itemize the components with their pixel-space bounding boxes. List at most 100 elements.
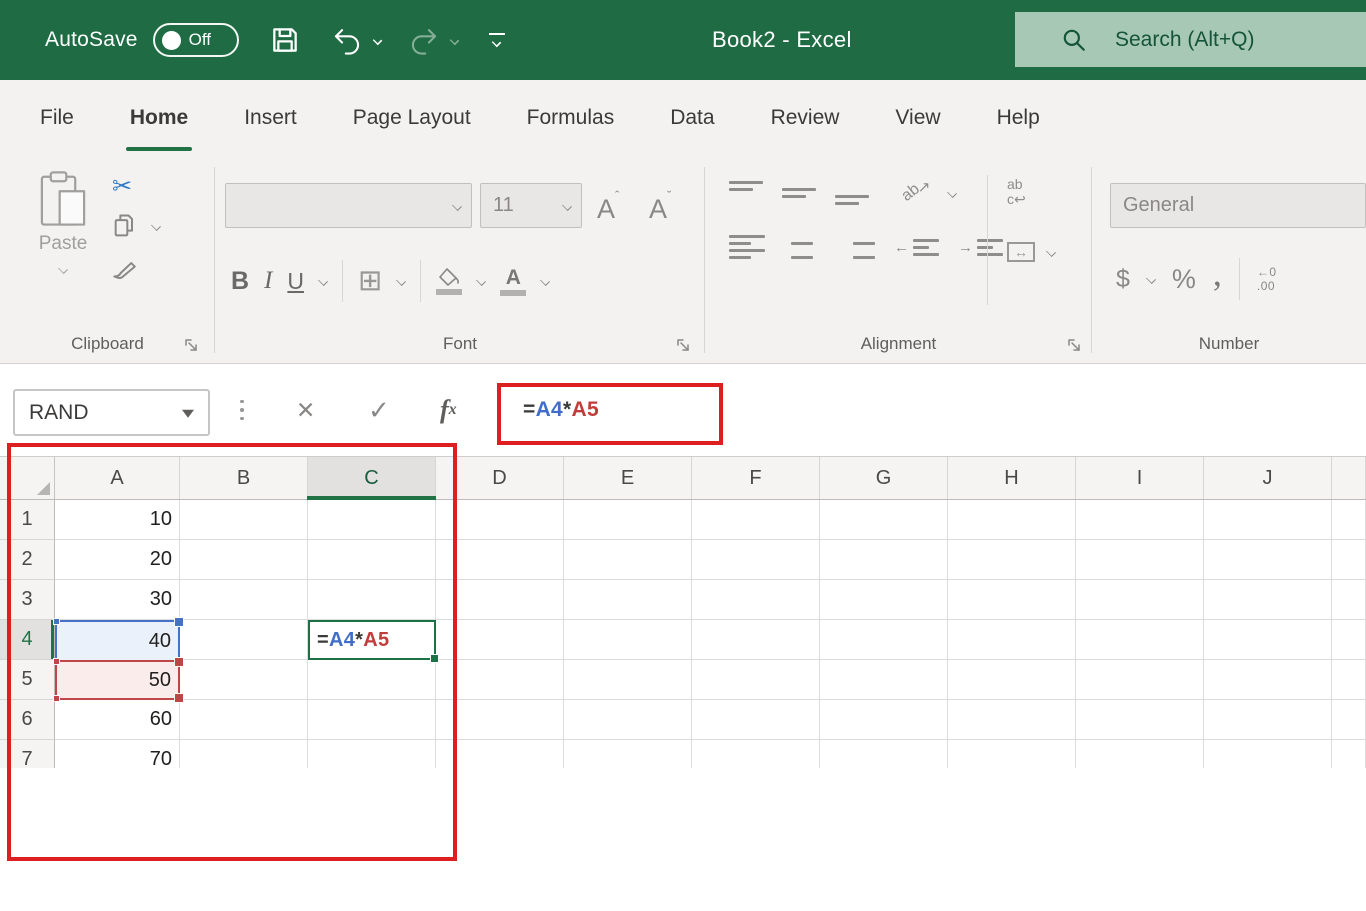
copy-chevron-icon[interactable] xyxy=(151,221,161,231)
selection-handle-icon[interactable] xyxy=(174,617,184,627)
cell-G1[interactable] xyxy=(820,500,948,540)
merge-chevron-icon[interactable] xyxy=(1046,247,1056,257)
enter-button[interactable]: ✓ xyxy=(368,364,390,456)
currency-format-button[interactable]: $ xyxy=(1116,265,1130,294)
column-header-partial[interactable] xyxy=(1332,457,1366,499)
cell-E7[interactable] xyxy=(564,740,692,768)
cell-B5[interactable] xyxy=(180,660,308,700)
align-bottom-button[interactable] xyxy=(835,181,869,205)
row-header-7[interactable]: 7 xyxy=(0,740,55,768)
increase-font-size-button[interactable]: Aˆ xyxy=(597,189,619,223)
chevron-down-icon[interactable] xyxy=(452,201,462,211)
copy-button[interactable] xyxy=(112,212,160,240)
cell-C7[interactable] xyxy=(308,740,436,768)
cell-A5[interactable]: 50 xyxy=(55,660,180,700)
autosave-toggle[interactable]: Off xyxy=(153,23,239,57)
column-header-i[interactable]: I xyxy=(1076,457,1204,499)
tab-data[interactable]: Data xyxy=(642,80,742,155)
column-header-a[interactable]: A xyxy=(55,457,180,499)
cell-A1[interactable]: 10 xyxy=(55,500,180,540)
selection-handle-icon[interactable] xyxy=(53,618,60,625)
chevron-down-icon[interactable] xyxy=(562,201,572,211)
cell-I1[interactable] xyxy=(1076,500,1204,540)
cell-B7[interactable] xyxy=(180,740,308,768)
number-format-combobox[interactable]: General xyxy=(1110,183,1366,228)
column-header-e[interactable]: E xyxy=(564,457,692,499)
align-left-button[interactable] xyxy=(729,235,765,259)
cell-F2[interactable] xyxy=(692,540,820,580)
cell-C4[interactable]: =A4*A5 xyxy=(308,620,436,660)
selection-handle-icon[interactable] xyxy=(174,657,184,667)
cell-H2[interactable] xyxy=(948,540,1076,580)
cell-partial1[interactable] xyxy=(1332,500,1366,540)
increase-indent-button[interactable]: → xyxy=(958,239,1003,256)
cell-A2[interactable]: 20 xyxy=(55,540,180,580)
tab-page-layout[interactable]: Page Layout xyxy=(325,80,499,155)
tab-file[interactable]: File xyxy=(12,80,102,155)
merge-center-button[interactable]: ↔ xyxy=(1007,242,1055,262)
select-all-button[interactable] xyxy=(0,457,55,499)
cell-D6[interactable] xyxy=(436,700,564,740)
cell-D1[interactable] xyxy=(436,500,564,540)
font-color-button[interactable]: A xyxy=(500,267,526,296)
cell-C6[interactable] xyxy=(308,700,436,740)
cell-I7[interactable] xyxy=(1076,740,1204,768)
cell-E2[interactable] xyxy=(564,540,692,580)
fill-color-button[interactable] xyxy=(436,267,462,295)
cell-J1[interactable] xyxy=(1204,500,1332,540)
increase-decimal-button[interactable]: ←0 .00 xyxy=(1257,265,1277,294)
tab-home[interactable]: Home xyxy=(102,80,216,155)
fill-color-chevron-icon[interactable] xyxy=(476,276,486,286)
cell-C5[interactable] xyxy=(308,660,436,700)
cell-H5[interactable] xyxy=(948,660,1076,700)
row-header-4[interactable]: 4 xyxy=(0,620,55,660)
row-header-5[interactable]: 5 xyxy=(0,660,55,700)
cell-G4[interactable] xyxy=(820,620,948,660)
paste-button[interactable]: Paste xyxy=(24,169,102,273)
cell-E6[interactable] xyxy=(564,700,692,740)
format-painter-icon[interactable] xyxy=(112,253,140,279)
cell-D7[interactable] xyxy=(436,740,564,768)
column-header-c[interactable]: C xyxy=(308,457,436,499)
fill-handle-icon[interactable] xyxy=(430,654,439,663)
column-header-f[interactable]: F xyxy=(692,457,820,499)
cell-J4[interactable] xyxy=(1204,620,1332,660)
cell-I3[interactable] xyxy=(1076,580,1204,620)
clipboard-dialog-launcher[interactable] xyxy=(184,338,199,353)
cell-J3[interactable] xyxy=(1204,580,1332,620)
column-header-b[interactable]: B xyxy=(180,457,308,499)
underline-button[interactable]: U xyxy=(287,268,304,295)
underline-chevron-icon[interactable] xyxy=(318,276,328,286)
italic-button[interactable]: I xyxy=(264,267,272,295)
font-name-combobox[interactable] xyxy=(225,183,472,228)
undo-button[interactable] xyxy=(331,24,382,56)
column-header-h[interactable]: H xyxy=(948,457,1076,499)
cell-partial4[interactable] xyxy=(1332,620,1366,660)
cell-partial3[interactable] xyxy=(1332,580,1366,620)
cell-E5[interactable] xyxy=(564,660,692,700)
align-center-button[interactable] xyxy=(784,235,820,259)
insert-function-button[interactable]: fx xyxy=(440,364,457,456)
cell-E1[interactable] xyxy=(564,500,692,540)
cell-partial7[interactable] xyxy=(1332,740,1366,768)
cell-I2[interactable] xyxy=(1076,540,1204,580)
cell-D4[interactable] xyxy=(436,620,564,660)
cell-F7[interactable] xyxy=(692,740,820,768)
cell-partial2[interactable] xyxy=(1332,540,1366,580)
row-header-1[interactable]: 1 xyxy=(0,500,55,540)
cell-J2[interactable] xyxy=(1204,540,1332,580)
borders-button[interactable]: ⊞ xyxy=(358,267,382,296)
cell-C1[interactable] xyxy=(308,500,436,540)
cell-E4[interactable] xyxy=(564,620,692,660)
cell-F3[interactable] xyxy=(692,580,820,620)
tab-insert[interactable]: Insert xyxy=(216,80,325,155)
orientation-button[interactable]: ab ↗ xyxy=(902,184,956,202)
cell-J7[interactable] xyxy=(1204,740,1332,768)
formula-bar-drag-handle[interactable] xyxy=(240,364,244,456)
cell-C2[interactable] xyxy=(308,540,436,580)
cell-G6[interactable] xyxy=(820,700,948,740)
font-size-combobox[interactable]: 11 xyxy=(480,183,582,228)
cut-icon[interactable]: ✂ xyxy=(112,175,160,199)
redo-button[interactable] xyxy=(408,24,459,56)
cell-I6[interactable] xyxy=(1076,700,1204,740)
